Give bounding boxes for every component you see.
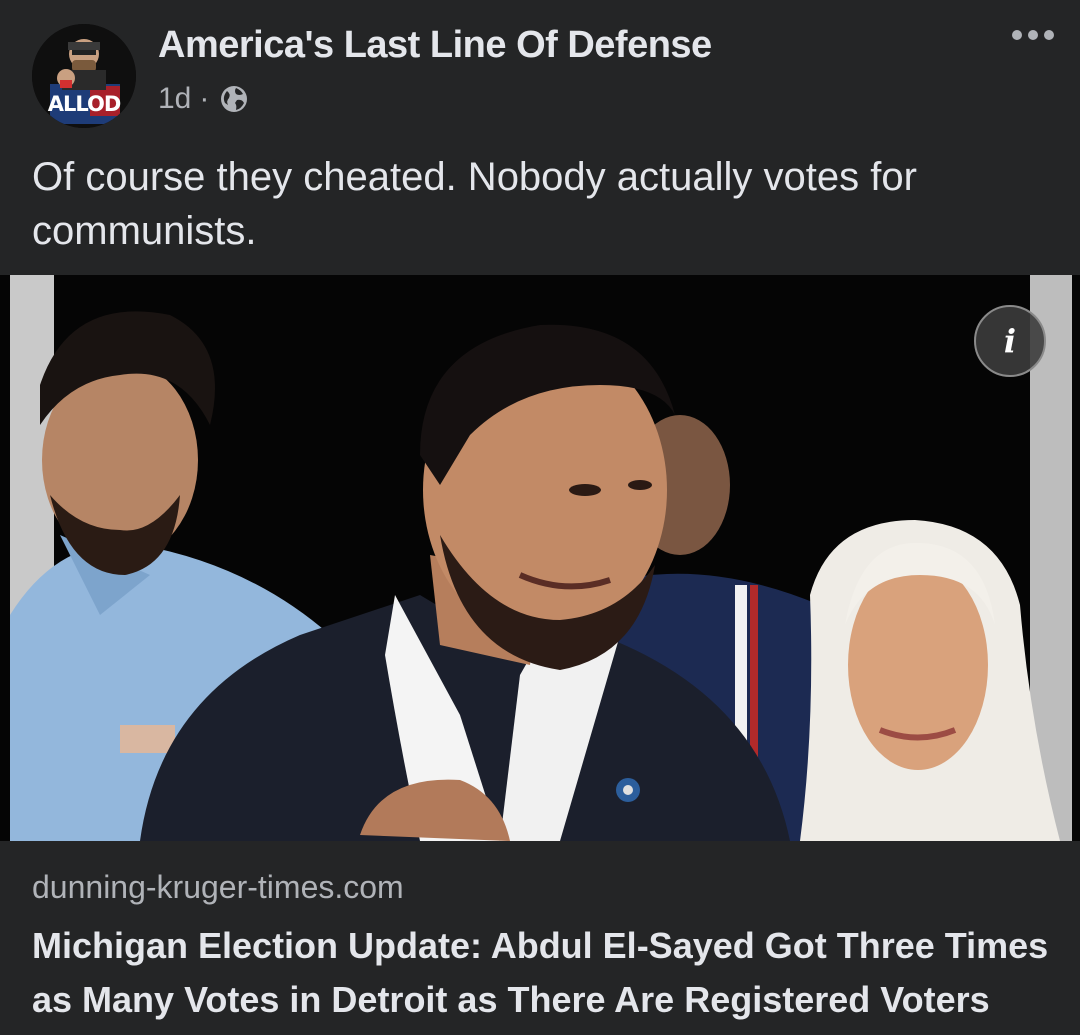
post-text: Of course they cheated. Nobody actually … <box>32 155 917 253</box>
post-timestamp[interactable]: 1d <box>158 82 191 116</box>
news-photo <box>0 275 1080 841</box>
meta-separator: · <box>199 82 210 115</box>
link-preview-image[interactable] <box>0 275 1080 841</box>
post-meta: 1d · <box>158 82 249 116</box>
link-preview-caption[interactable]: dunning-kruger-times.com Michigan Electi… <box>0 841 1080 1035</box>
link-headline[interactable]: Michigan Election Update: Abdul El-Sayed… <box>32 919 1052 1027</box>
globe-icon <box>219 84 249 114</box>
post-card: ALLOD America's Last Line Of Defense 1d … <box>0 0 1080 1035</box>
avatar-logo-text: ALLOD <box>47 92 122 116</box>
link-domain: dunning-kruger-times.com <box>32 869 404 905</box>
info-icon[interactable]: i <box>974 305 1046 377</box>
page-name-link[interactable]: America's Last Line Of Defense <box>158 24 712 67</box>
more-options-icon[interactable] <box>1012 30 1054 40</box>
page-avatar[interactable]: ALLOD <box>32 24 136 128</box>
